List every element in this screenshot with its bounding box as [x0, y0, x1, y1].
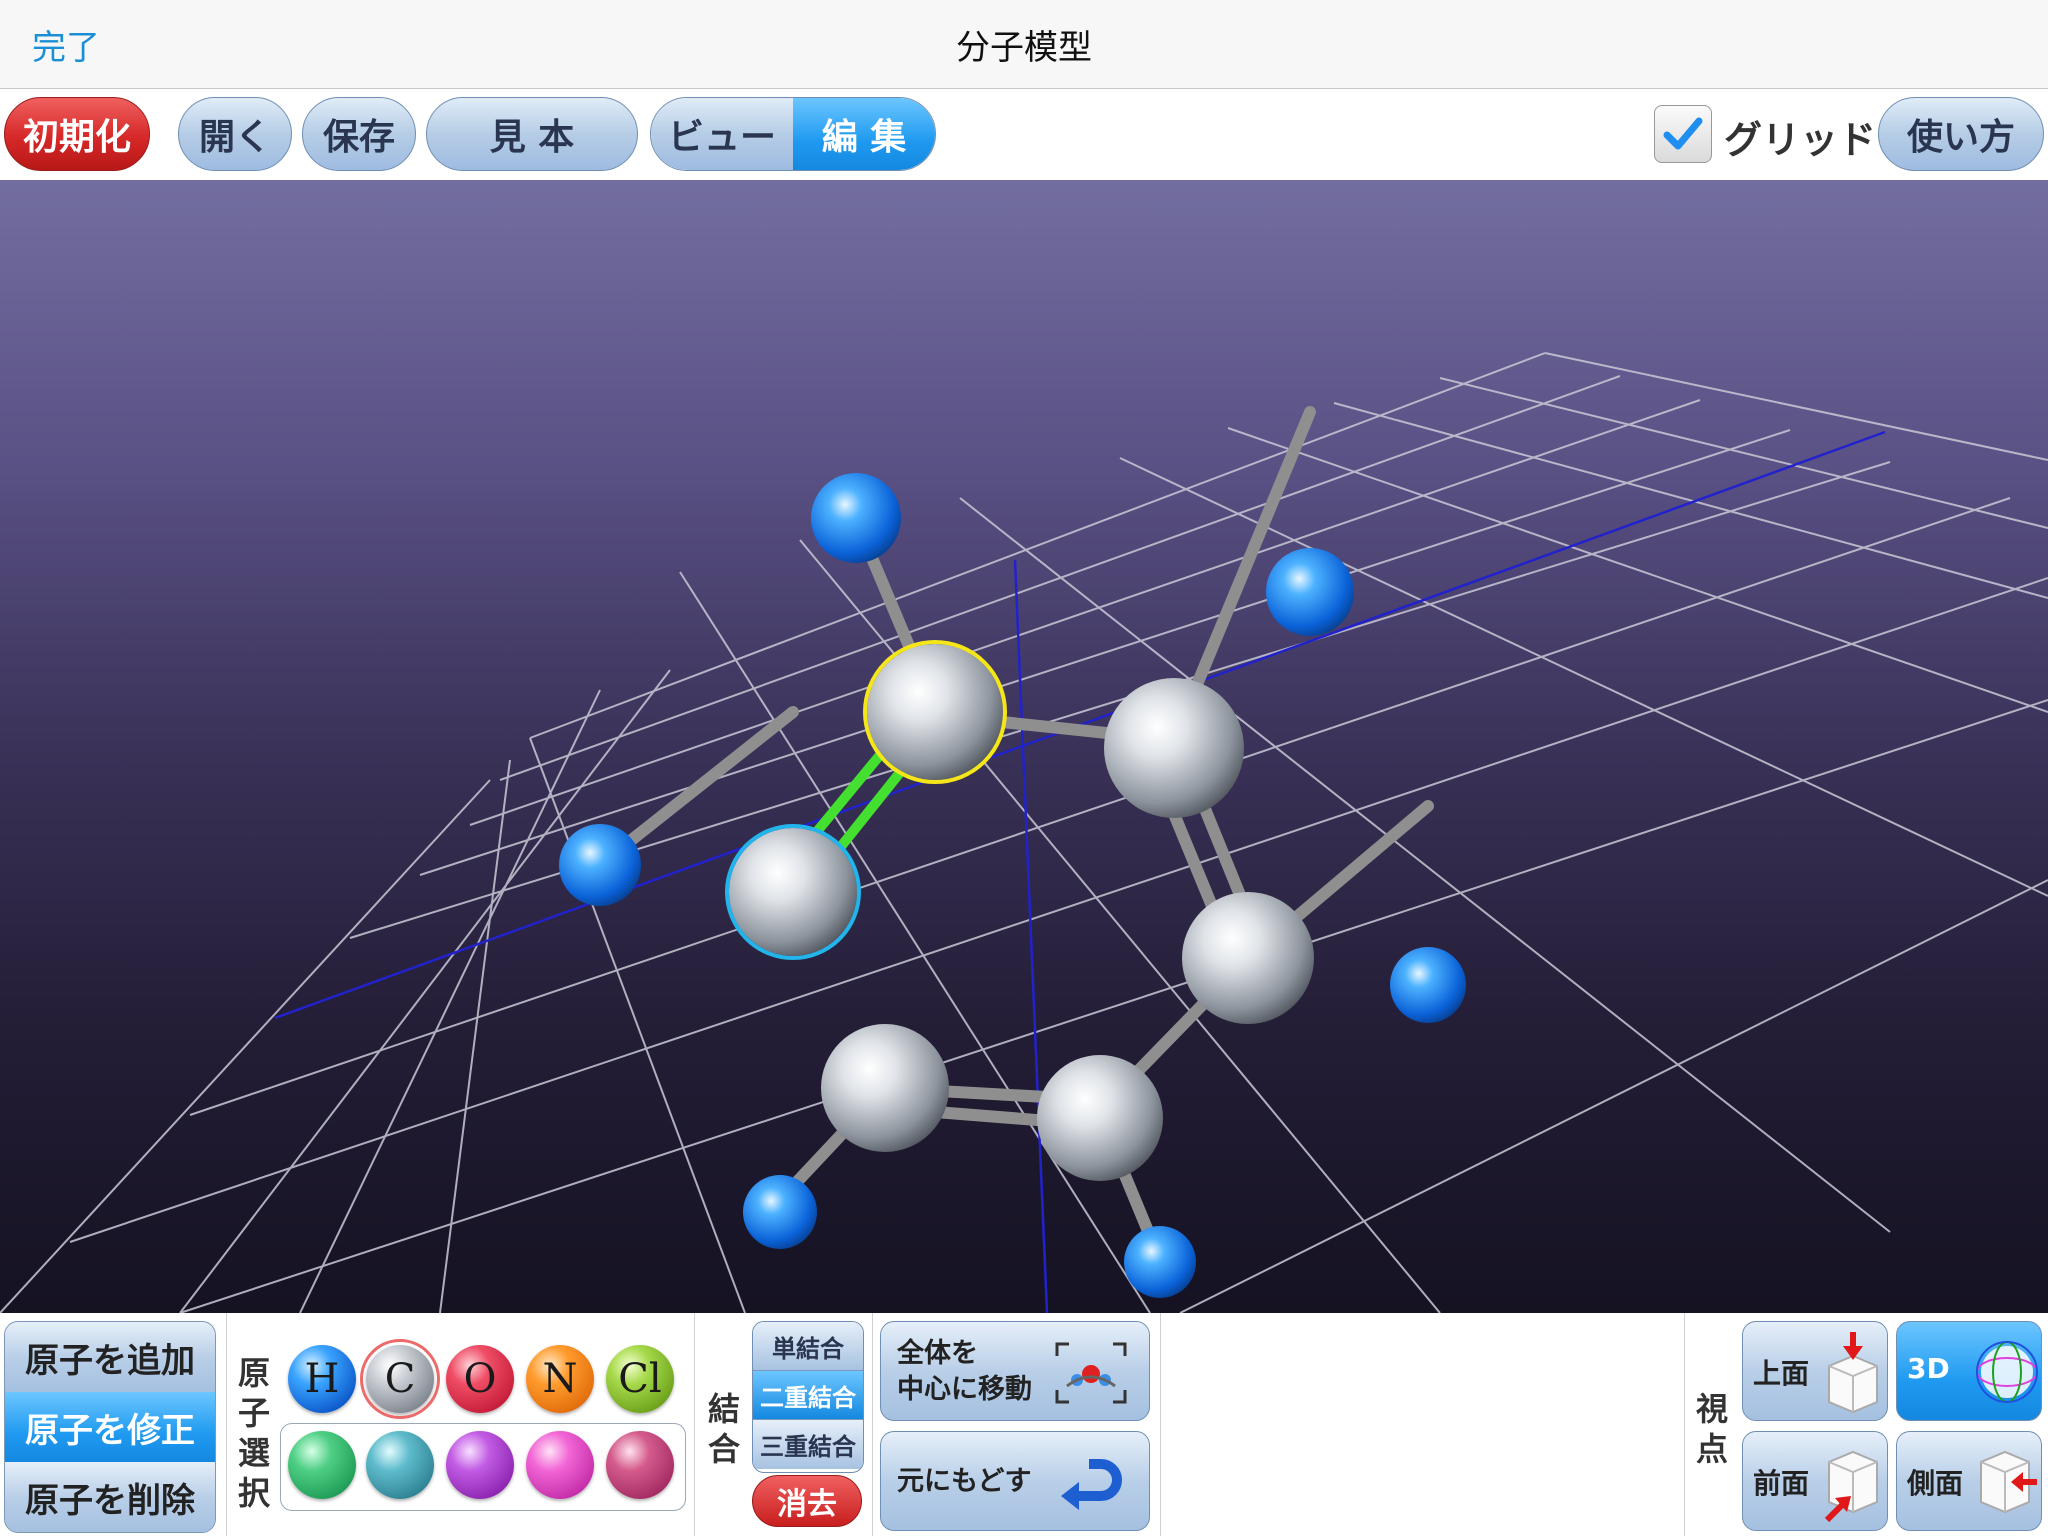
delete-atom-button[interactable]: 原子を削除 [5, 1462, 215, 1532]
top-view-button[interactable]: 上面 [1742, 1321, 1888, 1421]
reset-button[interactable]: 初期化 [4, 97, 150, 171]
hydrogen-atom[interactable] [1124, 1226, 1196, 1298]
hydrogen-atom[interactable] [1266, 548, 1354, 636]
element-button-rose[interactable] [606, 1431, 674, 1499]
carbon-atom[interactable] [867, 644, 1003, 780]
divider [694, 1313, 695, 1536]
toolbar: 初期化 開く 保存 見 本 ビュー 編 集 グリッド 使い方 [0, 89, 2048, 179]
tab-view[interactable]: ビュー [651, 98, 793, 170]
grid-checkbox[interactable] [1654, 105, 1712, 163]
undo-button[interactable]: 元にもどす [880, 1431, 1150, 1531]
cube-front-icon [1824, 1450, 1878, 1523]
tab-edit[interactable]: 編 集 [793, 98, 935, 170]
element-button-h[interactable]: H [288, 1345, 356, 1413]
carbon-atom[interactable] [1104, 678, 1244, 818]
samples-button[interactable]: 見 本 [426, 97, 638, 171]
divider [226, 1313, 227, 1536]
help-button[interactable]: 使い方 [1878, 97, 2044, 171]
modify-atom-button[interactable]: 原子を修正 [5, 1392, 215, 1462]
floor-grid [0, 352, 2048, 1313]
divider [1160, 1313, 1161, 1536]
view-edit-segmented-control: ビュー 編 集 [650, 97, 936, 171]
center-all-label-line2: 中心に移動 [897, 1374, 1032, 1405]
element-button-teal[interactable] [366, 1431, 434, 1499]
element-button-cl[interactable]: Cl [606, 1345, 674, 1413]
divider [1684, 1313, 1685, 1536]
bond-type-group: 単結合 二重結合 三重結合 [752, 1321, 864, 1473]
carbon-atom[interactable] [1182, 892, 1314, 1024]
element-button-pink[interactable] [526, 1431, 594, 1499]
triple-bond-button[interactable]: 三重結合 [753, 1420, 863, 1469]
rotate-3d-icon [1976, 1341, 2038, 1403]
divider [872, 1313, 873, 1536]
save-button[interactable]: 保存 [302, 97, 416, 171]
front-view-button[interactable]: 前面 [1742, 1431, 1888, 1531]
checkmark-icon [1663, 117, 1703, 150]
undo-arrow-icon [1061, 1459, 1122, 1510]
3d-view-button[interactable]: 3D [1896, 1321, 2042, 1421]
open-button[interactable]: 開く [178, 97, 292, 171]
bottom-panel: 原子を追加 原子を修正 原子を削除 原子選択 H C O N Cl 結合 単結合… [0, 1313, 2048, 1536]
carbon-atom[interactable] [1037, 1055, 1163, 1181]
viewpoint-label: 視点 [1695, 1390, 1728, 1468]
top-view-label: 上面 [1753, 1357, 1810, 1390]
hydrogen-atom[interactable] [811, 473, 901, 563]
edit-mode-group: 原子を追加 原子を修正 原子を削除 [4, 1321, 216, 1533]
cube-side-icon [1980, 1450, 2037, 1514]
cube-top-icon [1828, 1332, 1878, 1414]
hydrogen-atom[interactable] [559, 824, 641, 906]
hydrogen-atom[interactable] [1390, 947, 1466, 1023]
atom-select-label: 原子選択 [237, 1354, 270, 1512]
molecule-3d-viewport[interactable] [0, 180, 2048, 1313]
navigation-bar: 完了 分子模型 [0, 0, 2048, 89]
single-bond-button[interactable]: 単結合 [753, 1322, 863, 1371]
delete-bond-button[interactable]: 消去 [752, 1475, 862, 1527]
element-button-purple[interactable] [446, 1431, 514, 1499]
carbon-atom[interactable] [821, 1024, 949, 1152]
center-all-label-line1: 全体を [897, 1338, 978, 1369]
double-bond-button[interactable]: 二重結合 [753, 1371, 863, 1420]
bond-label: 結合 [707, 1390, 740, 1468]
add-atom-button[interactable]: 原子を追加 [5, 1322, 215, 1392]
hydrogen-atom[interactable] [743, 1175, 817, 1249]
molecule-canvas[interactable] [0, 180, 2048, 1313]
element-button-n[interactable]: N [526, 1345, 594, 1413]
element-button-o[interactable]: O [446, 1345, 514, 1413]
element-button-green[interactable] [288, 1431, 356, 1499]
undo-label: 元にもどす [897, 1466, 1032, 1497]
grid-label: グリッド [1724, 118, 1877, 162]
side-view-button[interactable]: 側面 [1896, 1431, 2042, 1531]
3d-view-label: 3D [1907, 1352, 1950, 1385]
front-view-label: 前面 [1753, 1467, 1810, 1500]
carbon-atom[interactable] [729, 828, 857, 956]
page-title: 分子模型 [956, 28, 1092, 68]
side-view-label: 側面 [1907, 1467, 1964, 1500]
center-all-button[interactable]: 全体を 中心に移動 [880, 1321, 1150, 1421]
element-button-c[interactable]: C [360, 1339, 440, 1419]
center-molecule-icon [1055, 1342, 1127, 1404]
